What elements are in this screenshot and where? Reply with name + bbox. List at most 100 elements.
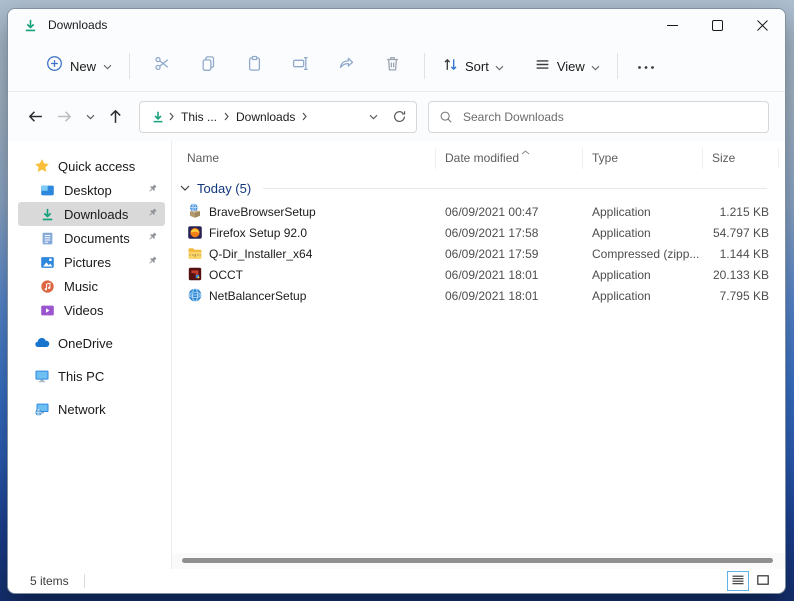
column-header-date-modified[interactable]: Date modified (445, 151, 519, 165)
up-button[interactable] (101, 102, 130, 132)
copy-button[interactable] (188, 48, 228, 84)
close-button[interactable] (740, 9, 785, 41)
pin-icon (146, 231, 158, 246)
refresh-button[interactable] (386, 104, 412, 130)
sidebar-item-label: Downloads (64, 207, 128, 222)
window-controls (650, 9, 785, 41)
pin-icon (146, 207, 158, 222)
breadcrumb-chevron-icon (298, 112, 311, 121)
file-name: OCCT (209, 268, 243, 282)
file-size: 1.215 KB (652, 205, 769, 219)
music-icon (39, 278, 56, 295)
details-view-button[interactable] (727, 571, 749, 591)
computer-icon (33, 368, 50, 385)
column-divider[interactable] (778, 148, 779, 169)
rename-button[interactable] (280, 48, 320, 84)
back-button[interactable] (21, 102, 50, 132)
sidebar-item-label: This PC (58, 369, 104, 384)
sidebar-item-label: Videos (64, 303, 104, 318)
file-size: 20.133 KB (652, 268, 769, 282)
desktop-icon (39, 182, 56, 199)
paste-button[interactable] (234, 48, 274, 84)
address-bar[interactable]: This ... Downloads (139, 101, 417, 133)
clipboard-paste-icon (246, 55, 263, 77)
file-row[interactable]: BraveBrowserSetup 06/09/2021 00:47 Appli… (172, 201, 785, 222)
sidebar-item-label: OneDrive (58, 336, 113, 351)
share-icon (338, 55, 355, 77)
sidebar-item-onedrive[interactable]: OneDrive (18, 331, 165, 355)
share-button[interactable] (326, 48, 366, 84)
sidebar-item-label: Network (58, 402, 106, 417)
file-date-modified: 06/09/2021 17:59 (445, 247, 538, 261)
column-divider[interactable] (702, 148, 703, 169)
horizontal-scrollbar-thumb[interactable] (182, 558, 773, 563)
pin-icon (146, 255, 158, 270)
file-size: 1.144 KB (652, 247, 769, 261)
address-dropdown-chevron[interactable] (360, 104, 386, 130)
copy-icon (200, 55, 217, 77)
horizontal-scrollbar-track[interactable] (172, 553, 785, 569)
file-type: Application (592, 205, 651, 219)
file-type: Application (592, 226, 651, 240)
column-header-type[interactable]: Type (592, 151, 618, 165)
file-row[interactable]: NetBalancerSetup 06/09/2021 18:01 Applic… (172, 285, 785, 306)
breadcrumb-downloads[interactable]: Downloads (233, 110, 298, 124)
column-header-name[interactable]: Name (187, 151, 219, 165)
view-button[interactable]: View (526, 50, 608, 82)
scissors-icon (154, 55, 171, 77)
column-headers: Name Date modified Type Size (172, 141, 785, 175)
file-row[interactable]: OCCT 06/09/2021 18:01 Application 20.133… (172, 264, 785, 285)
file-list-pane: Name Date modified Type Size Today (5) (171, 141, 785, 569)
group-header-line (263, 188, 767, 189)
sort-ascending-chevron-icon (521, 144, 530, 158)
see-more-button[interactable] (630, 48, 662, 84)
file-date-modified: 06/09/2021 00:47 (445, 205, 538, 219)
file-size: 54.797 KB (652, 226, 769, 240)
window-title: Downloads (48, 18, 107, 32)
chevron-down-icon (495, 59, 504, 74)
sidebar-item-label: Desktop (64, 183, 112, 198)
file-name: NetBalancerSetup (209, 289, 306, 303)
toolbar-separator (424, 53, 425, 79)
status-bar-divider (84, 574, 85, 588)
pictures-icon (39, 254, 56, 271)
sidebar-item-network[interactable]: Network (18, 397, 165, 421)
sort-button[interactable]: Sort (434, 50, 512, 82)
trash-icon (384, 55, 401, 77)
sidebar-item-videos[interactable]: Videos (18, 298, 165, 322)
maximize-button[interactable] (695, 9, 740, 41)
cut-button[interactable] (142, 48, 182, 84)
column-divider[interactable] (435, 148, 436, 169)
large-icons-view-button[interactable] (752, 571, 774, 591)
group-header-label: Today (5) (197, 181, 251, 196)
breadcrumb-this-pc[interactable]: This ... (178, 110, 220, 124)
sidebar-item-pictures[interactable]: Pictures (18, 250, 165, 274)
file-name: Firefox Setup 92.0 (209, 226, 307, 240)
file-row[interactable]: Firefox Setup 92.0 06/09/2021 17:58 Appl… (172, 222, 785, 243)
sidebar-item-quick-access[interactable]: Quick access (18, 154, 165, 178)
recent-locations-chevron[interactable] (79, 102, 101, 132)
file-row[interactable]: Q-Dir_Installer_x64 06/09/2021 17:59 Com… (172, 243, 785, 264)
column-header-size[interactable]: Size (712, 151, 735, 165)
explorer-window: Downloads New (7, 8, 786, 594)
breadcrumb-chevron-icon (165, 112, 178, 121)
column-divider[interactable] (582, 148, 583, 169)
sidebar-item-this-pc[interactable]: This PC (18, 364, 165, 388)
forward-button[interactable] (50, 102, 79, 132)
minimize-button[interactable] (650, 9, 695, 41)
group-header-today[interactable]: Today (5) (172, 175, 785, 201)
sidebar-item-desktop[interactable]: Desktop (18, 178, 165, 202)
file-name: Q-Dir_Installer_x64 (209, 247, 312, 261)
sidebar-item-documents[interactable]: Documents (18, 226, 165, 250)
new-button[interactable]: New (38, 49, 120, 83)
sort-button-label: Sort (465, 59, 489, 74)
sidebar-item-downloads[interactable]: Downloads (18, 202, 165, 226)
search-box[interactable] (428, 101, 769, 133)
search-icon (439, 110, 453, 124)
sidebar-item-music[interactable]: Music (18, 274, 165, 298)
downloads-folder-icon (151, 110, 165, 124)
delete-button[interactable] (372, 48, 412, 84)
breadcrumb-chevron-icon (220, 112, 233, 121)
navigation-bar: This ... Downloads (8, 91, 785, 141)
search-input[interactable] (463, 110, 758, 124)
